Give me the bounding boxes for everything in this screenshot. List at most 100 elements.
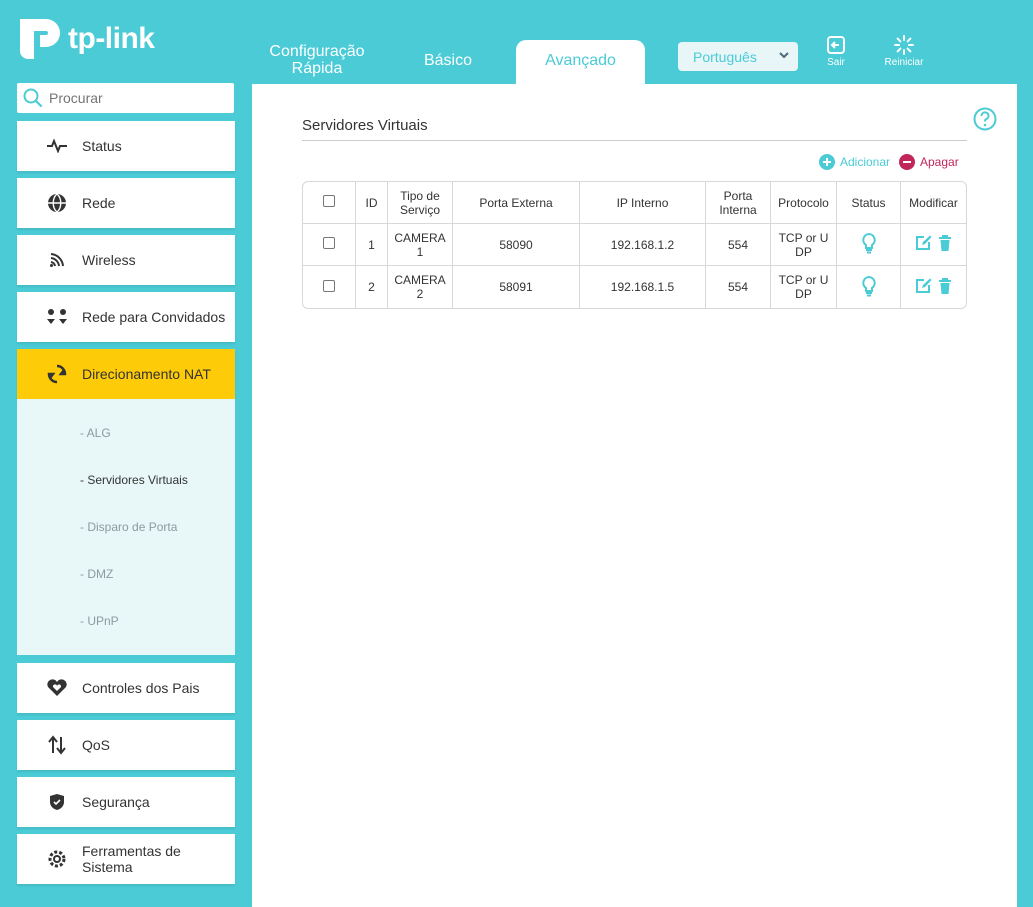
row-select [303, 224, 356, 266]
wifi-icon [46, 249, 68, 271]
sidebar-item-qos[interactable]: QoS [17, 720, 235, 770]
cell-status [837, 266, 901, 308]
add-icon [819, 154, 835, 170]
pulse-icon [46, 135, 68, 157]
cell-ext-port: 58091 [453, 266, 580, 308]
sidebar-item-label: Status [82, 138, 122, 154]
cell-modify [901, 266, 966, 308]
subnav-item-port-triggering[interactable]: - Disparo de Porta [80, 520, 177, 534]
sidebar-item-rede[interactable]: Rede [17, 178, 235, 228]
cell-service: CAMERA 2 [388, 266, 453, 308]
logo-text: tp-link [68, 22, 155, 55]
table-row: 1 CAMERA 1 58090 192.168.1.2 554 TCP or … [303, 224, 966, 266]
delete-button[interactable]: Apagar [899, 154, 959, 170]
sidebar-item-parental-controls[interactable]: Controles dos Pais [17, 663, 235, 713]
table-row: 2 CAMERA 2 58091 192.168.1.5 554 TCP or … [303, 266, 966, 308]
delete-icon [899, 154, 915, 170]
reboot-label: Reiniciar [884, 57, 924, 68]
sidebar-item-nat-forwarding[interactable]: Direcionamento NAT [17, 349, 235, 399]
title-divider [302, 140, 967, 141]
row-select [303, 266, 356, 308]
sidebar-item-wireless[interactable]: Wireless [17, 235, 235, 285]
trash-icon[interactable] [938, 235, 952, 251]
search-box [17, 83, 234, 113]
heart-icon [46, 677, 68, 699]
sidebar-item-label: Direcionamento NAT [82, 366, 211, 382]
subnav-item-upnp[interactable]: - UPnP [80, 614, 119, 628]
sidebar-item-guest-network[interactable]: Rede para Convidados [17, 292, 235, 342]
tp-link-logo-icon [20, 19, 60, 59]
tp-link-logo: tp-link [16, 14, 156, 64]
cell-ext-port: 58090 [453, 224, 580, 266]
cell-ip: 192.168.1.5 [580, 266, 706, 308]
chevron-down-icon [779, 52, 789, 59]
sidebar-item-security[interactable]: Segurança [17, 777, 235, 827]
select-all-checkbox[interactable] [323, 195, 335, 207]
logout-label: Sair [827, 57, 845, 68]
sidebar-item-status[interactable]: Status [17, 121, 235, 171]
column-header: Status [837, 182, 901, 224]
edit-icon[interactable] [915, 235, 932, 251]
add-button[interactable]: Adicionar [819, 154, 890, 170]
sidebar-item-label: Rede para Convidados [82, 309, 226, 325]
edit-icon[interactable] [915, 278, 932, 294]
column-header: IP Interno [580, 182, 706, 224]
cell-id: 2 [356, 266, 388, 308]
status-bulb-icon[interactable] [861, 275, 877, 297]
status-bulb-icon[interactable] [861, 232, 877, 254]
sidebar-item-label: Controles dos Pais [82, 680, 200, 696]
column-header: Protocolo [771, 182, 837, 224]
trash-icon[interactable] [938, 277, 952, 294]
cell-id: 1 [356, 224, 388, 266]
cell-protocol: TCP or UDP [771, 224, 837, 266]
cell-protocol: TCP or UDP [771, 266, 837, 308]
cell-ip: 192.168.1.2 [580, 224, 706, 266]
tab-basic[interactable]: Básico [408, 52, 488, 69]
search-input[interactable] [49, 90, 219, 106]
column-header: Modificar [901, 182, 966, 224]
sidebar-item-label: Ferramentas de Sistema [82, 843, 181, 875]
logout-button[interactable]: Sair [811, 35, 861, 68]
delete-label: Apagar [920, 155, 959, 169]
language-value: Português [693, 48, 757, 65]
table-header-row: ID Tipo de Serviço Porta Externa IP Inte… [303, 182, 966, 224]
tab-quick-setup[interactable]: Configuração Rápida [262, 43, 372, 77]
sidebar-item-label: Segurança [82, 794, 150, 810]
cell-status [837, 224, 901, 266]
row-checkbox[interactable] [323, 279, 335, 292]
sidebar-item-label: Rede [82, 195, 116, 211]
cell-int-port: 554 [706, 266, 771, 308]
cell-modify [901, 224, 966, 266]
row-checkbox[interactable] [323, 237, 335, 249]
virtual-servers-table: ID Tipo de Serviço Porta Externa IP Inte… [302, 181, 967, 309]
header-select-all [303, 182, 356, 224]
subnav-item-alg[interactable]: - ALG [80, 426, 111, 440]
tab-advanced[interactable]: Avançado [516, 40, 645, 84]
search-icon [23, 88, 43, 108]
cell-int-port: 554 [706, 224, 771, 266]
column-header: ID [356, 182, 388, 224]
page-title: Servidores Virtuais [302, 117, 428, 134]
add-label: Adicionar [840, 155, 891, 169]
qos-icon [46, 734, 68, 756]
sidebar-item-system-tools[interactable]: Ferramentas de Sistema [17, 834, 235, 884]
logout-icon [827, 36, 845, 54]
globe-icon [46, 192, 68, 214]
language-select[interactable]: Português [678, 42, 798, 71]
column-header: Porta Interna [706, 182, 771, 224]
shield-icon [46, 791, 68, 813]
sidebar-item-label: Wireless [82, 252, 136, 268]
nat-subnav: - ALG - Servidores Virtuais - Disparo de… [17, 399, 235, 655]
subnav-item-dmz[interactable]: - DMZ [80, 567, 113, 581]
gear-icon [46, 848, 68, 870]
column-header: Porta Externa [453, 182, 580, 224]
subnav-item-virtual-servers[interactable]: - Servidores Virtuais [80, 473, 188, 487]
cell-service: CAMERA 1 [388, 224, 453, 266]
reboot-button[interactable]: Reiniciar [879, 35, 929, 68]
column-header: Tipo de Serviço [388, 182, 453, 224]
help-icon[interactable] [973, 107, 997, 131]
guests-icon [46, 306, 68, 328]
nat-icon [46, 363, 68, 385]
reboot-icon [894, 35, 914, 55]
sidebar-item-label: QoS [82, 737, 111, 753]
